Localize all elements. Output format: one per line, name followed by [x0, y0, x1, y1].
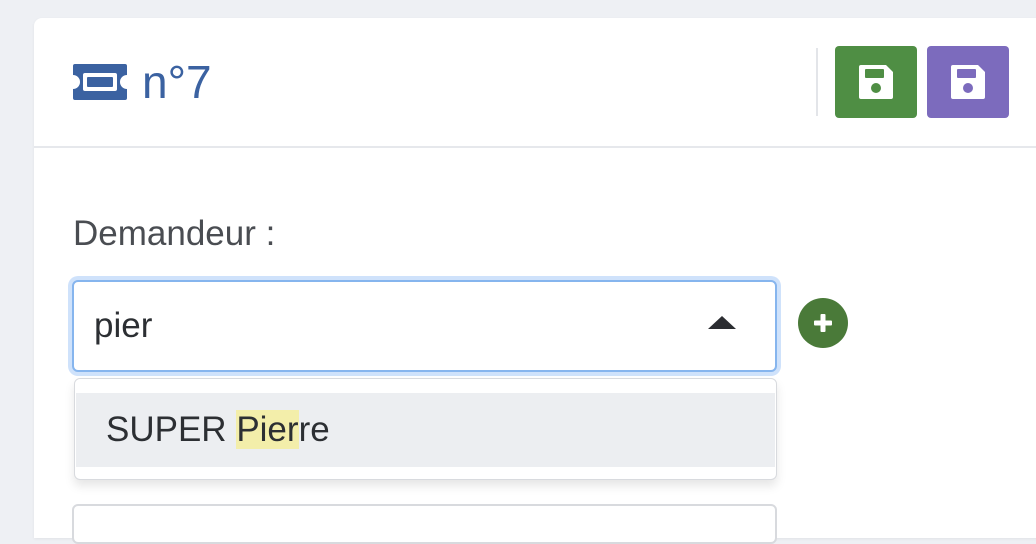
header-divider — [816, 48, 818, 116]
card-header: n°7 — [34, 18, 1036, 148]
ticket-card: n°7 Demandeur : SUPER Pierre — [34, 18, 1036, 544]
add-requester-button[interactable] — [798, 298, 848, 348]
save-button[interactable] — [835, 46, 917, 118]
requester-dropdown: SUPER Pierre — [74, 378, 777, 480]
plus-circle-icon — [814, 314, 832, 332]
requester-search-input[interactable] — [94, 300, 674, 352]
floppy-disk-icon — [951, 65, 985, 99]
option-text-suffix: re — [298, 410, 330, 449]
requester-label: Demandeur : — [73, 214, 276, 253]
save-close-button[interactable] — [927, 46, 1009, 118]
option-text-prefix: SUPER — [106, 410, 237, 449]
caret-up-icon[interactable] — [708, 316, 736, 329]
dropdown-option[interactable]: SUPER Pierre — [76, 393, 775, 467]
requester-combobox[interactable] — [72, 280, 777, 372]
option-match-highlight: Pier — [236, 410, 299, 449]
next-field[interactable] — [72, 504, 777, 544]
ticket-title: n°7 — [142, 56, 212, 108]
floppy-disk-icon — [859, 65, 893, 99]
ticket-icon — [73, 64, 127, 100]
